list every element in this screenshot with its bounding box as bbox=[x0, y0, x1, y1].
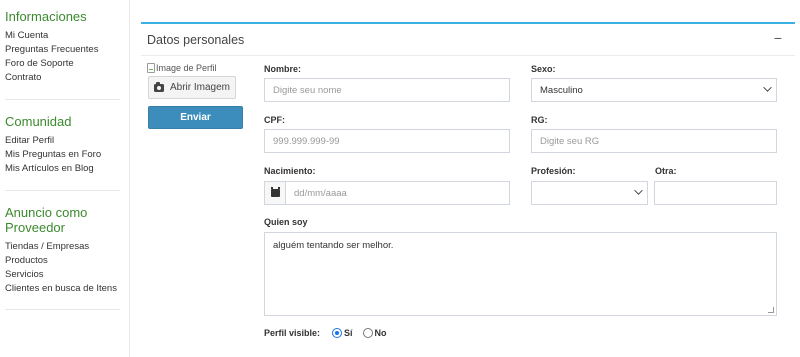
sidebar-link-mis-articulos[interactable]: Mis Artículos en Blog bbox=[5, 162, 120, 176]
sidebar-link-productos[interactable]: Productos bbox=[5, 254, 120, 268]
nacimiento-placeholder: dd/mm/aaaa bbox=[294, 187, 347, 199]
perfil-visible-option-no[interactable]: No bbox=[362, 328, 387, 338]
collapse-button[interactable]: − bbox=[771, 30, 785, 48]
sidebar-section-title: Anuncio como Proveedor bbox=[5, 205, 88, 235]
quien-soy-value: alguém tentando ser melhor. bbox=[273, 240, 394, 251]
sidebar-link-clientes-busca[interactable]: Clientes en busca de Itens bbox=[5, 282, 120, 296]
sexo-select[interactable]: Masculino bbox=[531, 78, 777, 102]
sidebar: Informaciones Mi Cuenta Preguntas Frecue… bbox=[0, 0, 130, 357]
open-image-label: Abrir Imagem bbox=[169, 82, 230, 93]
nombre-placeholder: Digite seu nome bbox=[273, 84, 342, 96]
sidebar-link-mi-cuenta[interactable]: Mi Cuenta bbox=[5, 29, 120, 43]
quien-soy-textarea[interactable]: alguém tentando ser melhor. bbox=[264, 232, 777, 316]
quien-soy-label: Quien soy bbox=[264, 217, 308, 227]
otra-input[interactable] bbox=[654, 181, 777, 205]
nombre-label: Nombre: bbox=[264, 64, 302, 74]
profesion-label: Profesión: bbox=[531, 166, 576, 176]
cpf-label: CPF: bbox=[264, 115, 285, 125]
perfil-visible-label: Perfil visible: bbox=[264, 328, 321, 338]
send-button[interactable]: Enviar bbox=[148, 106, 243, 129]
camera-icon bbox=[153, 81, 164, 92]
sidebar-section-informaciones: Informaciones Mi Cuenta Preguntas Frecue… bbox=[5, 9, 120, 85]
broken-image-icon bbox=[147, 63, 155, 73]
cpf-input[interactable]: 999.999.999-99 bbox=[264, 129, 510, 153]
rg-label: RG: bbox=[531, 115, 548, 125]
perfil-visible-option-si[interactable]: Sí bbox=[332, 328, 353, 338]
calendar-icon bbox=[270, 187, 280, 197]
sidebar-divider bbox=[5, 190, 120, 191]
radio-no-label: No bbox=[374, 328, 387, 338]
sidebar-section-comunidad: Comunidad Editar Perfil Mis Preguntas en… bbox=[5, 114, 120, 176]
chevron-down-icon bbox=[763, 83, 772, 92]
perfil-visible-group: Perfil visible: Sí No bbox=[264, 328, 397, 338]
calendar-addon bbox=[264, 181, 286, 205]
sidebar-divider bbox=[5, 99, 120, 100]
profesion-select[interactable] bbox=[531, 181, 648, 205]
open-image-button[interactable]: Abrir Imagem bbox=[148, 76, 236, 99]
sidebar-link-editar-perfil[interactable]: Editar Perfil bbox=[5, 134, 120, 148]
radio-si-label: Sí bbox=[344, 328, 353, 338]
nacimiento-input[interactable]: dd/mm/aaaa bbox=[285, 181, 510, 205]
card-header: Datos personales − bbox=[141, 24, 795, 56]
card-title: Datos personales bbox=[147, 33, 245, 47]
sidebar-section-title: Informaciones bbox=[5, 9, 87, 24]
cpf-placeholder: 999.999.999-99 bbox=[273, 135, 340, 147]
sidebar-section-title: Comunidad bbox=[5, 114, 72, 129]
rg-input[interactable]: Digite seu RG bbox=[531, 129, 777, 153]
rg-placeholder: Digite seu RG bbox=[540, 135, 600, 147]
resize-grip-icon[interactable] bbox=[768, 307, 774, 313]
sidebar-link-mis-preguntas[interactable]: Mis Preguntas en Foro bbox=[5, 148, 120, 162]
sidebar-link-servicios[interactable]: Servicios bbox=[5, 268, 120, 282]
sexo-selected-value: Masculino bbox=[540, 84, 583, 96]
sexo-label: Sexo: bbox=[531, 64, 556, 74]
profile-image-alt: Image de Perfil bbox=[156, 63, 217, 73]
nombre-input[interactable]: Digite seu nome bbox=[264, 78, 510, 102]
sidebar-section-anuncio-proveedor: Anuncio como Proveedor Tiendas / Empresa… bbox=[5, 205, 120, 296]
sidebar-link-preguntas-frecuentes[interactable]: Preguntas Frecuentes bbox=[5, 43, 120, 57]
nacimiento-label: Nacimiento: bbox=[264, 166, 316, 176]
chevron-down-icon bbox=[634, 186, 643, 195]
radio-si[interactable] bbox=[332, 328, 343, 338]
sidebar-link-contrato[interactable]: Contrato bbox=[5, 71, 120, 85]
sidebar-link-foro-de-soporte[interactable]: Foro de Soporte bbox=[5, 57, 120, 71]
sidebar-link-tiendas-empresas[interactable]: Tiendas / Empresas bbox=[5, 240, 120, 254]
radio-no[interactable] bbox=[362, 328, 373, 338]
sidebar-divider bbox=[5, 309, 120, 310]
otra-label: Otra: bbox=[655, 166, 677, 176]
profile-image: Image de Perfil bbox=[147, 63, 217, 73]
